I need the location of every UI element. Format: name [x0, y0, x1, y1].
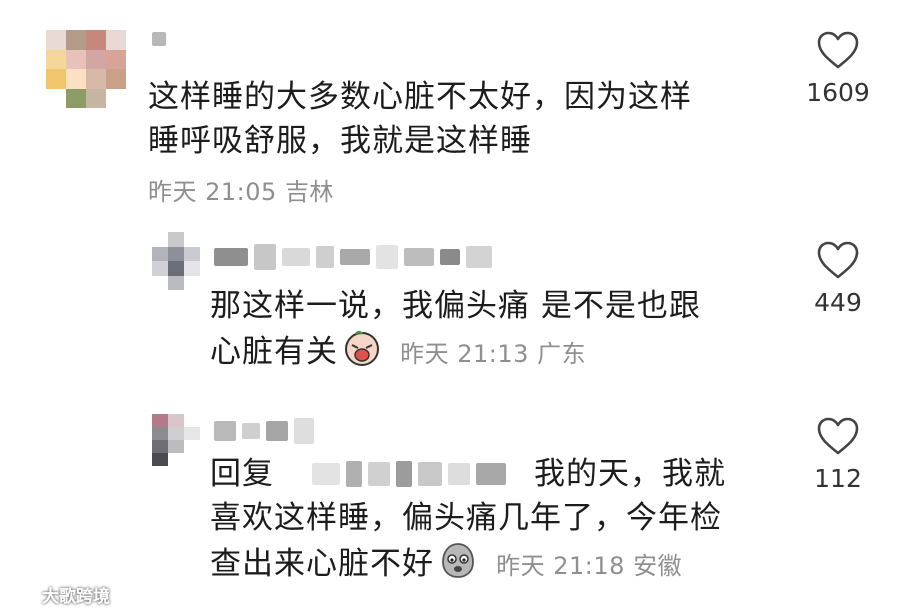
comment-meta: 昨天 21:13 广东 — [392, 340, 586, 368]
comment-text-segment: 我的天，我就 — [534, 456, 726, 492]
comment-line: 睡呼吸舒服，我就是这样睡 — [148, 123, 532, 159]
comment-location: 吉林 — [284, 178, 334, 206]
watermark: 大歌跨境 — [8, 582, 110, 607]
like-button[interactable]: 1609 — [803, 30, 873, 107]
comment-location: 广东 — [537, 340, 587, 368]
comment-line: 查出来心脏不好 昨天 21:18 安徽 — [210, 540, 810, 588]
blurred-username[interactable] — [214, 418, 314, 444]
like-count: 1609 — [806, 78, 870, 107]
comment-meta: 昨天 21:05 吉林 — [148, 172, 334, 207]
comment-line: 喜欢这样睡，偏头痛几年了，今年检 — [210, 500, 722, 536]
blurred-username[interactable] — [152, 32, 166, 46]
crying-face-emoji — [345, 330, 379, 366]
avatar[interactable] — [152, 414, 200, 466]
comment-line: 这样睡的大多数心脏不太好，因为这样 — [148, 79, 692, 115]
comment-text-segment: 心脏有关 — [210, 334, 338, 370]
comment-time: 昨天 21:05 — [148, 178, 277, 206]
comment-location: 安徽 — [633, 552, 683, 580]
comment-time: 昨天 21:18 — [496, 552, 625, 580]
comment-body: 这样睡的大多数心脏不太好，因为这样 睡呼吸舒服，我就是这样睡 — [148, 75, 788, 163]
like-button[interactable]: 449 — [803, 240, 873, 317]
reply-prefix: 回复 — [210, 456, 274, 492]
like-count: 449 — [814, 288, 862, 317]
comment-line: 那这样一说，我偏头痛 是不是也跟 — [210, 288, 701, 324]
comment-line: 回复 我的天，我就 — [210, 452, 810, 496]
heart-outline-icon — [817, 417, 859, 455]
comment-body: 那这样一说，我偏头痛 是不是也跟 心脏有关 昨天 21:13 广东 — [210, 284, 790, 376]
blurred-reply-target[interactable] — [312, 461, 506, 487]
like-button[interactable]: 112 — [803, 416, 873, 493]
comment-body: 回复 我的天，我就 喜欢这样睡，偏头痛几年了，今年检 查出来心脏不好 昨天 21… — [210, 452, 810, 588]
watermark-text: 大歌跨境 — [42, 587, 110, 607]
comment-time: 昨天 21:13 — [400, 340, 529, 368]
heart-outline-icon — [817, 31, 859, 69]
comment-line: 心脏有关 昨天 21:13 广东 — [210, 328, 790, 376]
comment-text-segment: 查出来心脏不好 — [210, 546, 434, 582]
scared-face-emoji — [442, 543, 474, 578]
comment-meta: 昨天 21:18 安徽 — [488, 552, 682, 580]
heart-outline-icon — [817, 241, 859, 279]
logo-icon — [8, 587, 37, 602]
like-count: 112 — [814, 464, 862, 493]
blurred-username[interactable] — [214, 244, 492, 270]
avatar[interactable] — [46, 30, 126, 108]
avatar[interactable] — [152, 232, 200, 290]
